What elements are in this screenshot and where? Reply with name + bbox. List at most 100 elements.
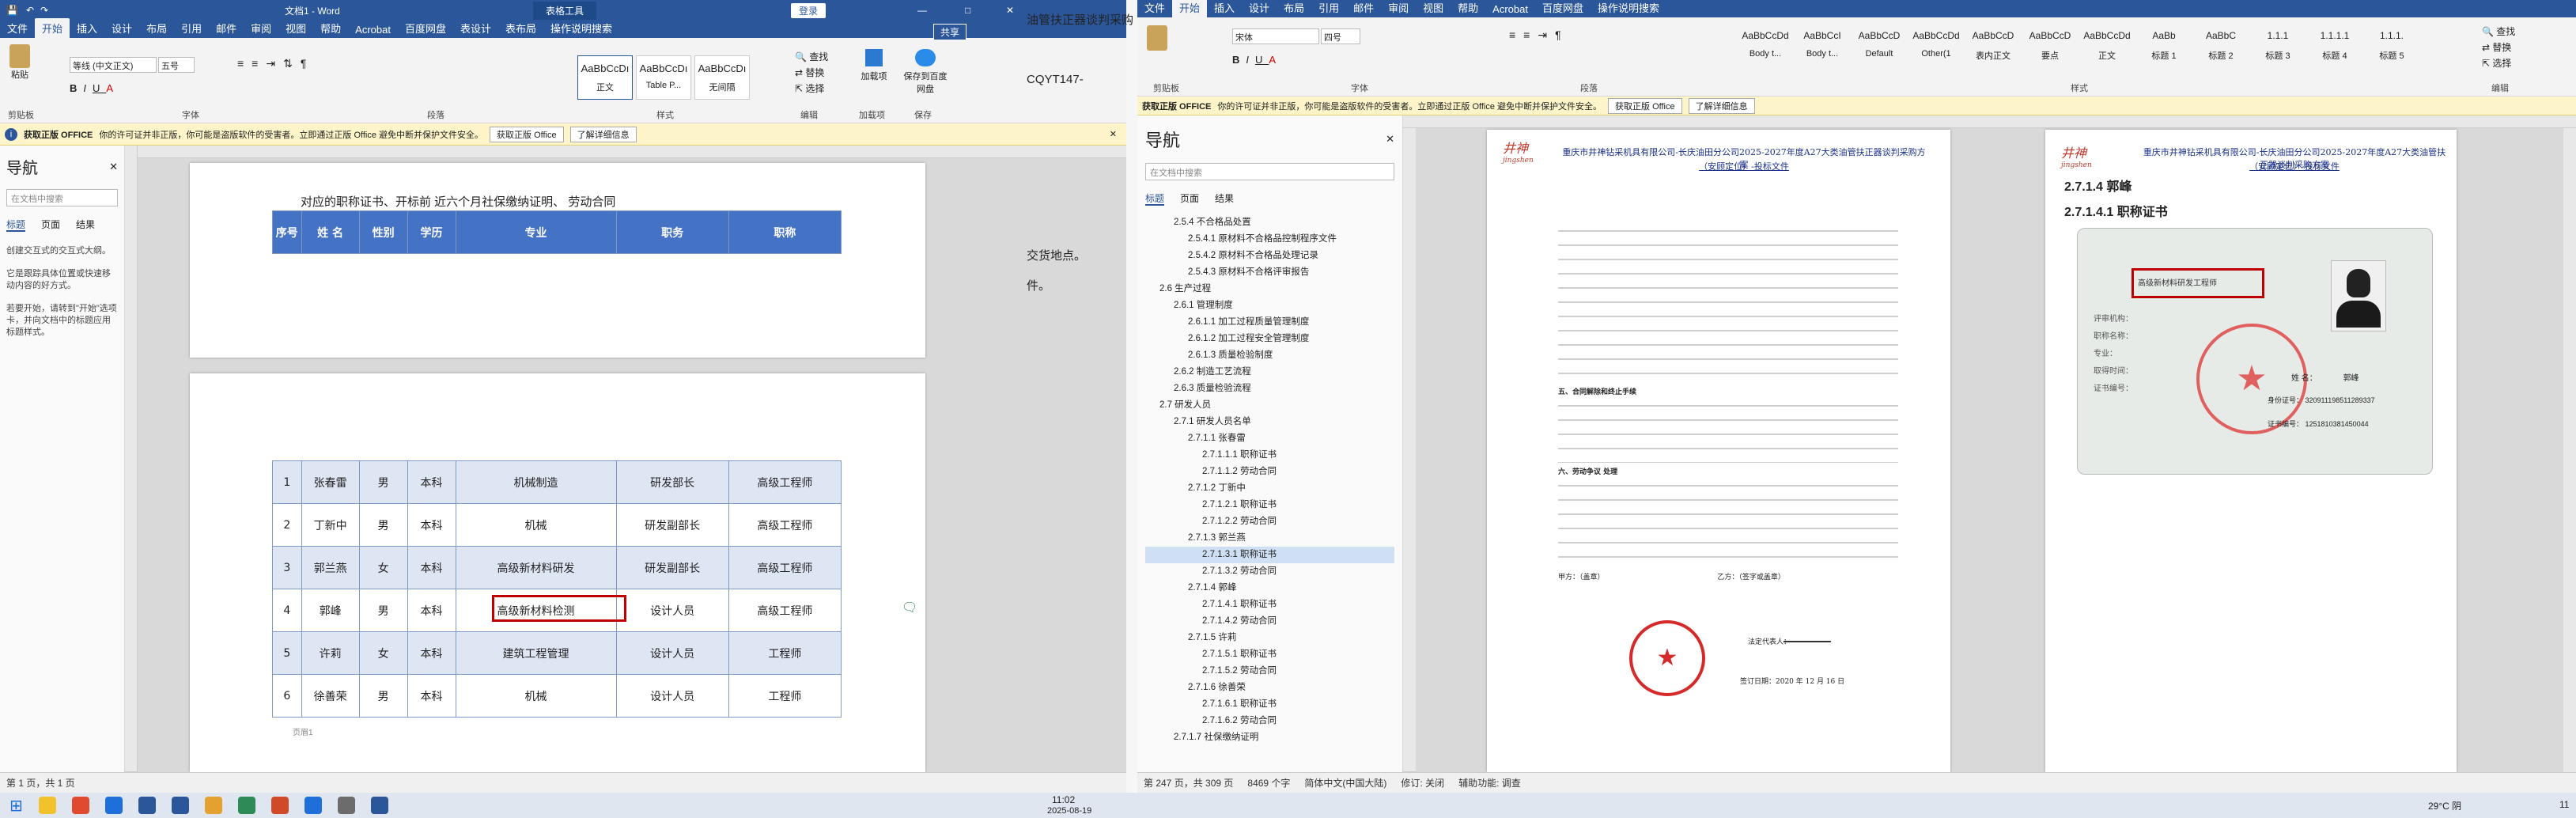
left-tab-9[interactable]: 帮助	[313, 18, 348, 38]
redo-icon[interactable]: ↷	[40, 5, 48, 16]
nav-tree-item[interactable]: 2.5.4.1 原材料不合格品控制程序文件	[1145, 231, 1394, 248]
nav-tree-item[interactable]: 2.6.1.2 加工过程安全管理制度	[1145, 331, 1394, 347]
nav-search-input[interactable]: 在文档中搜索	[6, 189, 118, 206]
right-nav-tab-results[interactable]: 结果	[1215, 193, 1234, 204]
table-cell[interactable]: 建筑工程管理	[455, 631, 617, 675]
table-cell[interactable]: 女	[358, 546, 408, 589]
right-style-item-10[interactable]: 1.1.1.1 标题 4	[2308, 27, 2362, 66]
nav-tree-item[interactable]: 2.7.1.2 丁新中	[1145, 480, 1394, 497]
nav-tree-item[interactable]: 2.7.1.1 张春雷	[1145, 430, 1394, 447]
find-button[interactable]: 🔍 查找	[795, 49, 828, 65]
right-underline-button[interactable]: U	[1255, 54, 1269, 66]
right-tab-6[interactable]: 邮件	[1346, 0, 1381, 17]
table-cell[interactable]: 工程师	[728, 674, 842, 718]
nav-tree-item[interactable]: 2.7.1.5.1 职称证书	[1145, 646, 1394, 663]
right-style-item-9[interactable]: 1.1.1 标题 3	[2251, 27, 2305, 66]
table-cell[interactable]: 男	[358, 503, 408, 547]
right-italic-button[interactable]: I	[1246, 54, 1255, 66]
right-bullets-icon[interactable]: ≡	[1509, 28, 1523, 41]
nav-tree-item[interactable]: 2.6.3 质量检验流程	[1145, 381, 1394, 397]
nav-tree-item[interactable]: 2.7.1.5 许莉	[1145, 630, 1394, 646]
left-tab-4[interactable]: 布局	[139, 18, 174, 38]
right-get-office-button[interactable]: 获取正版 Office	[1608, 97, 1682, 114]
right-style-item-6[interactable]: AaBbCcDd 正文	[2080, 27, 2134, 66]
nav-tree-item[interactable]: 2.7 研发人员	[1145, 397, 1394, 414]
table-cell[interactable]: 高级工程师	[728, 503, 842, 547]
table-cell[interactable]: 许莉	[301, 631, 360, 675]
right-show-marks-icon[interactable]: ¶	[1555, 28, 1569, 41]
edge-icon[interactable]	[304, 797, 322, 814]
table-cell[interactable]: 6	[272, 674, 302, 718]
right-tab-2[interactable]: 插入	[1207, 0, 1242, 17]
nav-tree-item[interactable]: 2.6.2 制造工艺流程	[1145, 364, 1394, 381]
right-style-item-8[interactable]: AaBbC 标题 2	[2194, 27, 2248, 66]
nav-tree-item[interactable]: 2.7.1.4.2 劳动合同	[1145, 613, 1394, 630]
nav-tree-item[interactable]: 2.7.1.2.1 职称证书	[1145, 497, 1394, 513]
left-tab-3[interactable]: 设计	[104, 18, 139, 38]
table-cell[interactable]: 机械	[455, 674, 617, 718]
table-cell[interactable]: 设计人员	[615, 589, 729, 632]
nav-tree-item[interactable]: 2.6 生产过程	[1145, 281, 1394, 297]
nav-tree-item[interactable]: 2.7.1.2.2 劳动合同	[1145, 513, 1394, 530]
style-gallery-item-2[interactable]: AaBbCcDı Table P...	[636, 55, 691, 100]
license-close-icon[interactable]: ✕	[1110, 129, 1117, 139]
table-cell[interactable]: 本科	[407, 631, 456, 675]
right-tab-7[interactable]: 审阅	[1381, 0, 1416, 17]
table-cell[interactable]: 本科	[407, 503, 456, 547]
table-cell[interactable]: 高级工程师	[728, 589, 842, 632]
right-font-name-box[interactable]: 宋体	[1232, 28, 1319, 44]
table-cell[interactable]: 女	[358, 631, 408, 675]
table-cell[interactable]: 本科	[407, 589, 456, 632]
right-tab-8[interactable]: 视图	[1416, 0, 1451, 17]
right-bold-button[interactable]: B	[1232, 54, 1246, 66]
numbering-icon[interactable]: ≡	[252, 57, 266, 70]
left-tab-7[interactable]: 审阅	[244, 18, 278, 38]
right-tab-1[interactable]: 开始	[1172, 0, 1208, 17]
minimize-button[interactable]: —	[917, 5, 927, 16]
left-tab-8[interactable]: 视图	[278, 18, 313, 38]
table-cell[interactable]: 男	[358, 589, 408, 632]
paste-button[interactable]: 粘贴	[8, 44, 32, 81]
right-nav-close-icon[interactable]: ✕	[1386, 133, 1394, 146]
font-color-icon[interactable]: A	[106, 82, 119, 94]
right-numbering-icon[interactable]: ≡	[1523, 28, 1538, 41]
right-replace-button[interactable]: ⇄ 替换	[2482, 40, 2515, 55]
bold-button[interactable]: B	[70, 82, 83, 94]
table-cell[interactable]: 2	[272, 503, 302, 547]
table-cell[interactable]: 张春雷	[301, 460, 360, 504]
nav-tree-item[interactable]: 2.7.1.4 郭峰	[1145, 580, 1394, 596]
nav-tree-item[interactable]: 2.7.1.1.1 职称证书	[1145, 447, 1394, 464]
login-button[interactable]: 登录	[791, 2, 827, 18]
nav-tree-item[interactable]: 2.7.1.5.2 劳动合同	[1145, 663, 1394, 680]
start-button[interactable]: ⊞	[9, 796, 23, 816]
right-font-size-box[interactable]: 四号	[1321, 28, 1360, 44]
table-cell[interactable]: 设计人员	[615, 674, 729, 718]
right-style-item-11[interactable]: 1.1.1. 标题 5	[2365, 27, 2419, 66]
left-tab-11[interactable]: 百度网盘	[398, 18, 453, 38]
underline-button[interactable]: U	[93, 82, 106, 94]
comment-icon[interactable]: 🗨	[902, 600, 917, 615]
right-style-item-0[interactable]: AaBbCcDd Body t...	[1738, 27, 1792, 66]
table-cell[interactable]: 机械	[455, 503, 617, 547]
nav-tab-headings[interactable]: 标题	[6, 219, 26, 232]
table-cell[interactable]: 机械制造	[455, 460, 617, 504]
undo-icon[interactable]: ↶	[26, 5, 34, 16]
table-cell[interactable]: 郭峰	[301, 589, 360, 632]
nav-tree-item[interactable]: 2.7.1.6.1 职称证书	[1145, 696, 1394, 713]
chrome-icon[interactable]	[71, 797, 89, 814]
nav-tree-item[interactable]: 2.7.1.3.2 劳动合同	[1145, 563, 1394, 580]
right-tab-12[interactable]: 操作说明搜索	[1591, 0, 1666, 17]
get-office-button[interactable]: 获取正版 Office	[490, 126, 564, 142]
right-paste-button[interactable]	[1147, 25, 1167, 51]
select-button[interactable]: ⇱ 选择	[795, 81, 828, 97]
nav-tree-item[interactable]: 2.5.4 不合格品处置	[1145, 214, 1394, 231]
right-style-item-2[interactable]: AaBbCcD Default	[1852, 27, 1906, 66]
right-style-item-7[interactable]: AaBb 标题 1	[2137, 27, 2191, 66]
right-nav-tab-pages[interactable]: 页面	[1180, 193, 1199, 204]
nav-tree-item[interactable]: 2.7.1.3.1 职称证书	[1145, 547, 1394, 563]
save-icon[interactable]: 💾	[6, 5, 18, 16]
nav-tree-item[interactable]: 2.6.1.3 质量检验制度	[1145, 347, 1394, 364]
right-indent-icon[interactable]: ⇥	[1538, 28, 1555, 41]
acrobat-icon[interactable]	[270, 797, 289, 814]
left-tab-13[interactable]: 表布局	[498, 18, 543, 38]
